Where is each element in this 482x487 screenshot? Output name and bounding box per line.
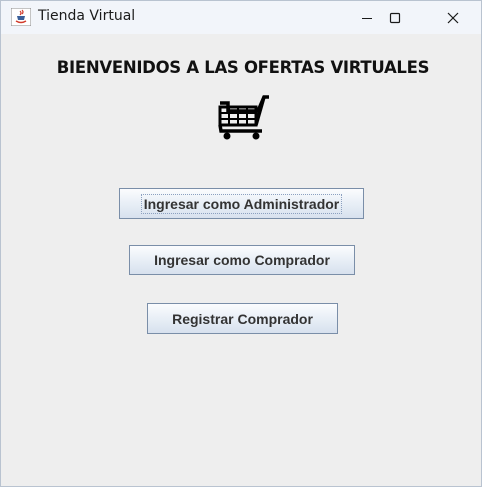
maximize-button[interactable] bbox=[372, 1, 418, 34]
close-icon bbox=[447, 12, 459, 24]
buyer-login-label: Ingresar como Comprador bbox=[154, 252, 330, 268]
close-button[interactable] bbox=[430, 1, 476, 34]
admin-login-label: Ingresar como Administrador bbox=[140, 193, 343, 214]
window-title: Tienda Virtual bbox=[38, 8, 136, 24]
title-bar[interactable]: Tienda Virtual bbox=[1, 1, 481, 34]
java-cup-icon bbox=[10, 7, 32, 27]
register-buyer-label: Registrar Comprador bbox=[172, 310, 313, 327]
main-panel: BIENVENIDOS A LAS OFERTAS VIRTUALES Ingr… bbox=[1, 34, 481, 486]
app-window: Tienda Virtual BIENVENIDOS A LAS OFERTAS… bbox=[0, 0, 482, 487]
buyer-login-button[interactable]: Ingresar como Comprador bbox=[129, 245, 355, 275]
shopping-cart-icon bbox=[218, 93, 270, 141]
admin-login-button[interactable]: Ingresar como Administrador bbox=[119, 188, 364, 219]
register-buyer-button[interactable]: Registrar Comprador bbox=[147, 303, 338, 334]
maximize-icon bbox=[389, 12, 401, 24]
welcome-heading: BIENVENIDOS A LAS OFERTAS VIRTUALES bbox=[56, 58, 430, 77]
